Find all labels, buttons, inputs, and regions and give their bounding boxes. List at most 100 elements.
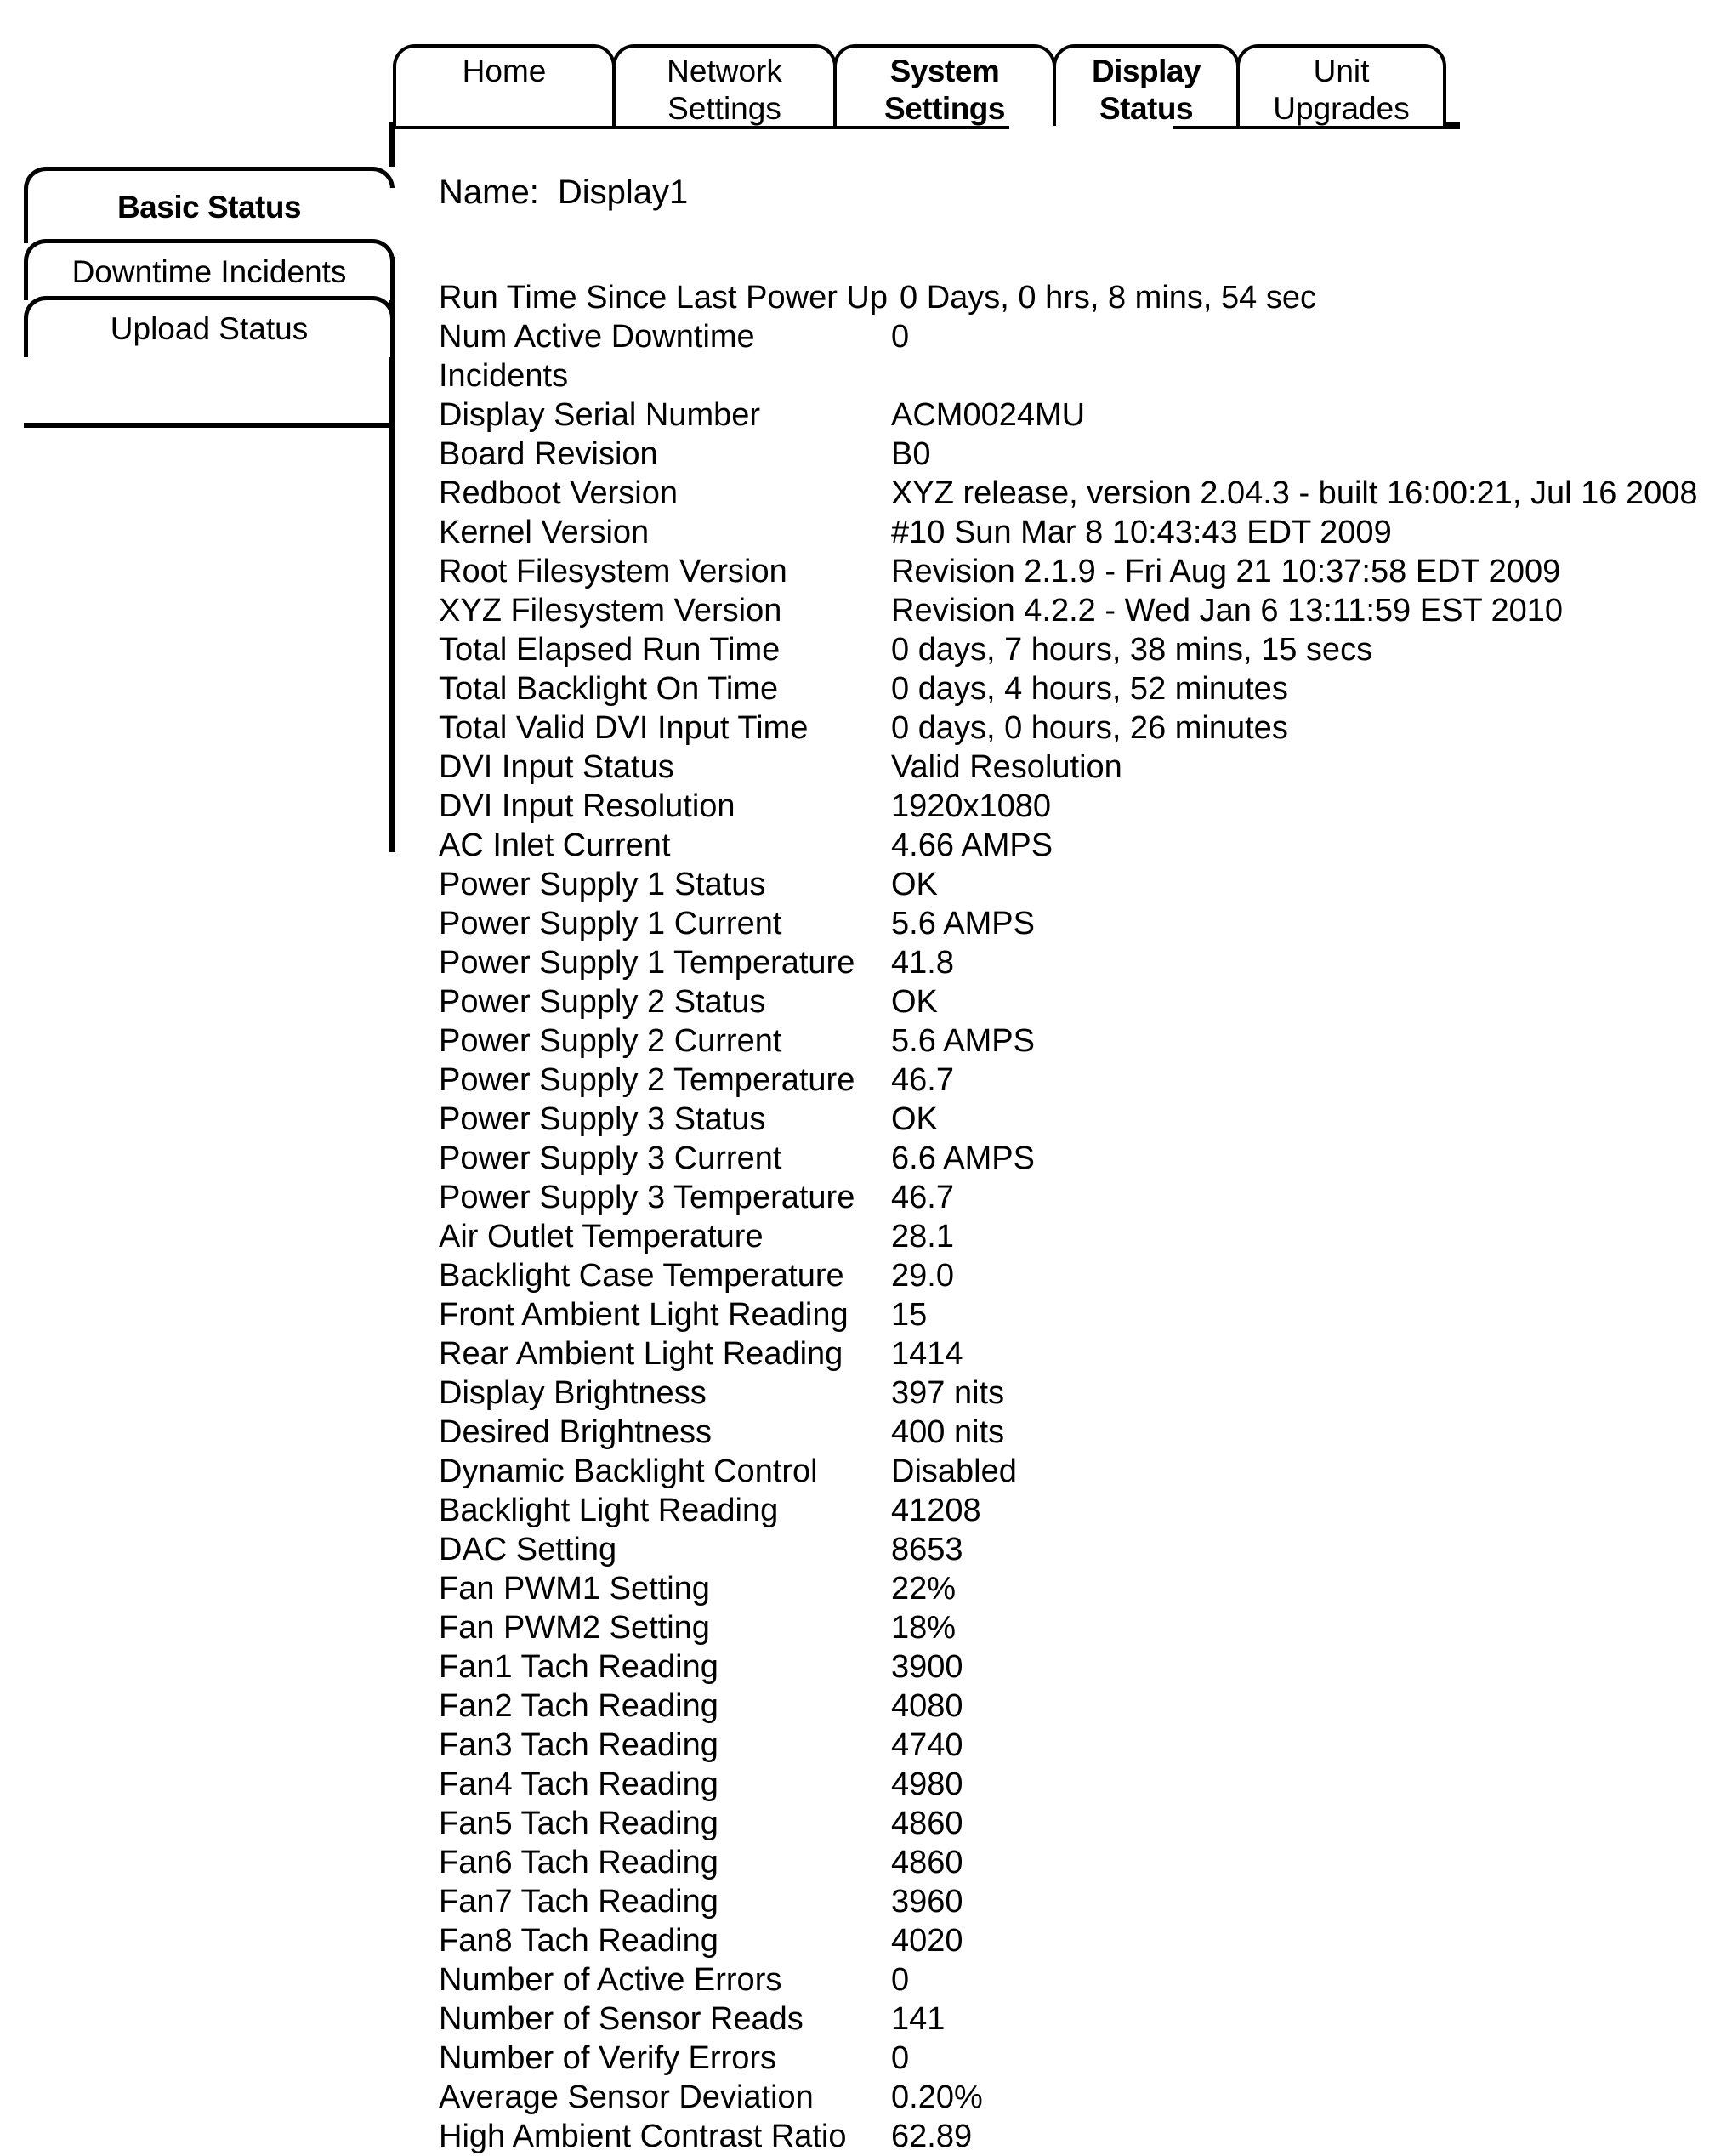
status-row: Fan8 Tach Reading 4020 <box>439 1921 1689 1960</box>
status-row-value: 0 Days, 0 hrs, 8 mins, 54 sec <box>900 280 1316 316</box>
status-row-value: Disabled <box>891 1453 1017 1489</box>
status-row-label: Power Supply 2 Status <box>439 984 766 1020</box>
status-row: DVI Input Status Valid Resolution <box>439 748 1689 787</box>
status-row: Power Supply 3 Temperature 46.7 <box>439 1178 1689 1217</box>
status-row-label: Power Supply 3 Current <box>439 1141 782 1176</box>
status-row-value: 5.6 AMPS <box>891 1023 1035 1059</box>
status-row: Fan6 Tach Reading 4860 <box>439 1843 1689 1882</box>
sidebar-item-basic-status[interactable]: Basic Status <box>24 167 395 248</box>
top-tab-network[interactable]: Network Settings <box>612 44 837 126</box>
display-name-label: Name: <box>439 174 539 211</box>
status-row-value: 29.0 <box>891 1258 954 1294</box>
status-row: Num Active Downtime 0 <box>439 317 1689 356</box>
status-row-label: Fan4 Tach Reading <box>439 1766 718 1802</box>
status-row-label: DVI Input Resolution <box>439 788 735 824</box>
status-row-value: Revision 2.1.9 - Fri Aug 21 10:37:58 EDT… <box>891 554 1561 589</box>
content-panel-left-border-upper <box>389 126 395 167</box>
status-row-label: Fan2 Tach Reading <box>439 1688 718 1724</box>
top-tab-label-line1: System <box>889 54 1000 88</box>
status-row: XYZ Filesystem Version Revision 4.2.2 - W… <box>439 591 1689 630</box>
status-row-label: Front Ambient Light Reading <box>439 1297 849 1333</box>
status-row-label: Number of Verify Errors <box>439 2040 776 2076</box>
sidebar-item-label: Basic Status <box>116 189 302 225</box>
top-tab-label-line2: Settings <box>667 91 781 126</box>
status-row-value: 6.6 AMPS <box>891 1141 1035 1176</box>
status-row: Fan PWM1 Setting 22% <box>439 1569 1689 1608</box>
status-row-label: Average Sensor Deviation <box>439 2079 814 2115</box>
status-row-value: 4.66 AMPS <box>891 828 1053 863</box>
status-row-value: 3960 <box>891 1884 963 1920</box>
status-row-value: 0 <box>891 1962 910 1998</box>
top-tab-label-line2: Settings <box>884 91 1005 126</box>
status-row: Power Supply 1 Temperature 41.8 <box>439 943 1689 982</box>
status-row-label: Fan PWM2 Setting <box>439 1610 710 1646</box>
status-row-label: Display Brightness <box>439 1375 707 1411</box>
sidebar-item-downtime-incidents[interactable]: Downtime Incidents <box>24 239 395 300</box>
status-row-value: 0 <box>891 2040 910 2076</box>
status-row: Power Supply 2 Status OK <box>439 982 1689 1021</box>
status-table: Run Time Since Last Power Up 0 Days, 0 hr… <box>439 278 1697 2156</box>
status-row-value: 5.6 AMPS <box>891 906 1035 941</box>
status-row-value: 46.7 <box>891 1062 954 1098</box>
status-row-label: Total Elapsed Run Time <box>439 632 781 668</box>
status-row: Total Backlight On Time 0 days, 4 hours, … <box>439 669 1689 708</box>
status-row-label: Power Supply 1 Temperature <box>439 945 855 981</box>
status-row-label: Run Time Since Last Power Up <box>439 280 889 316</box>
status-row-label: Board Revision <box>439 436 658 472</box>
status-row-value: 400 nits <box>891 1414 1005 1450</box>
status-row-label: Desired Brightness <box>439 1414 713 1450</box>
status-row: Fan2 Tach Reading 4080 <box>439 1687 1689 1726</box>
sidebar: Basic Status Downtime Incidents Upload Sta… <box>24 167 395 357</box>
status-row-label: Incidents <box>439 358 569 394</box>
status-row: Backlight Light Reading 41208 <box>439 1491 1689 1530</box>
status-row-value: #10 Sun Mar 8 10:43:43 EDT 2009 <box>891 515 1392 550</box>
status-row-label: Root Filesystem Version <box>439 554 787 589</box>
sidebar-item-upload-status[interactable]: Upload Status <box>24 296 395 357</box>
status-row-label: Power Supply 3 Temperature <box>439 1180 855 1215</box>
status-row-value: 1414 <box>891 1336 963 1372</box>
status-row-value: 41.8 <box>891 945 954 981</box>
status-row: Air Outlet Temperature 28.1 <box>439 1217 1689 1256</box>
status-row-label: Power Supply 2 Current <box>439 1023 782 1059</box>
status-row: Rear Ambient Light Reading 1414 <box>439 1334 1689 1374</box>
status-row: Fan7 Tach Reading 3960 <box>439 1882 1689 1921</box>
status-row-value: 41208 <box>891 1493 981 1528</box>
status-row: Fan4 Tach Reading 4980 <box>439 1765 1689 1804</box>
status-row: Number of Active Errors 0 <box>439 1960 1689 2000</box>
status-row-value: 4860 <box>891 1806 963 1841</box>
status-row-label: Fan6 Tach Reading <box>439 1845 718 1880</box>
status-row-label: Number of Sensor Reads <box>439 2001 804 2037</box>
status-row-value: 1920x1080 <box>891 788 1052 824</box>
status-row-label: Fan8 Tach Reading <box>439 1923 718 1959</box>
status-row-label: Rear Ambient Light Reading <box>439 1336 843 1372</box>
top-tab-display[interactable]: Display Status <box>1053 44 1240 126</box>
sidebar-bottom-border <box>24 423 393 428</box>
top-tab-system[interactable]: System Settings <box>833 44 1056 126</box>
status-row-label: XYZ Filesystem Version <box>439 593 782 629</box>
status-row: Dynamic Backlight Control Disabled <box>439 1452 1689 1491</box>
status-row: Incidents <box>439 356 1689 395</box>
status-row: Fan3 Tach Reading 4740 <box>439 1726 1689 1765</box>
status-row: DVI Input Resolution 1920x1080 <box>439 787 1689 826</box>
status-row: Kernel Version #10 Sun Mar 8 10:43:43 EDT… <box>439 513 1689 552</box>
top-tab-label-line1: Home <box>462 54 547 88</box>
status-row-value: ACM0024MU <box>891 397 1086 433</box>
status-row-label: Backlight Light Reading <box>439 1493 779 1528</box>
status-row: AC Inlet Current 4.66 AMPS <box>439 826 1689 865</box>
status-row-label: Power Supply 3 Status <box>439 1101 766 1137</box>
status-row-label: Display Serial Number <box>439 397 761 433</box>
status-row: Backlight Case Temperature 29.0 <box>439 1256 1689 1295</box>
status-row: High Ambient Contrast Ratio 62.89 <box>439 2117 1689 2156</box>
status-row-value: 4020 <box>891 1923 963 1959</box>
status-row-value: 22% <box>891 1571 957 1607</box>
top-tab-row: Home Network Settings System Settings Display… <box>393 44 1460 126</box>
status-row-value: 0 days, 7 hours, 38 mins, 15 secs <box>891 632 1373 668</box>
status-row-label: Power Supply 2 Temperature <box>439 1062 855 1098</box>
status-row-label: DAC Setting <box>439 1532 617 1567</box>
status-row-label: Kernel Version <box>439 515 650 550</box>
status-row: Desired Brightness 400 nits <box>439 1413 1689 1452</box>
top-tab-unit[interactable]: Unit Upgrades <box>1236 44 1446 126</box>
status-row-label: Fan7 Tach Reading <box>439 1884 718 1920</box>
top-tab-label-line1: Display <box>1091 54 1201 88</box>
top-tab-home[interactable]: Home <box>393 44 616 126</box>
